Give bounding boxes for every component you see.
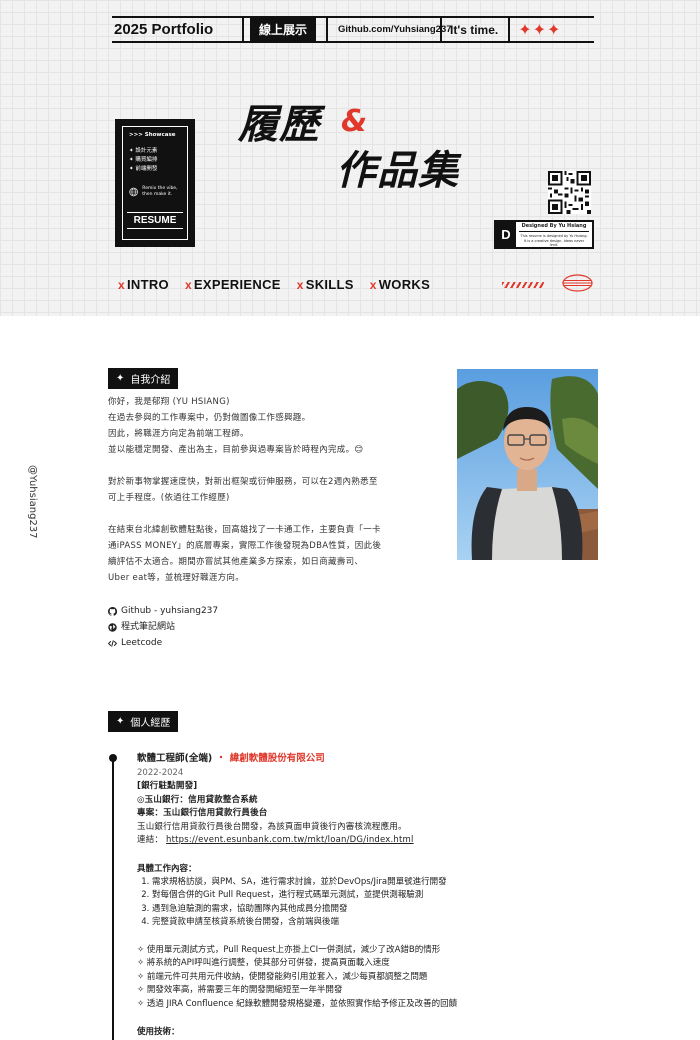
nav-works[interactable]: x WORKS	[370, 277, 430, 292]
about-line: 對於新事物掌握速度快，對新出框架或衍伸服務，可以在2週內熟悉至	[108, 477, 378, 487]
globe-icon	[108, 622, 117, 632]
link-label: Leetcode	[121, 638, 163, 648]
nav-label: EXPERIENCE	[193, 277, 281, 292]
resume-label: RESUME	[127, 212, 183, 229]
about-line: Uber eat等，並梳理好職涯方向。	[108, 573, 245, 583]
sparkle-icon: ✦	[116, 373, 125, 384]
designer-credit: D Designed By Yu Hsiang This resume is d…	[494, 220, 594, 249]
notes-site-link[interactable]: 程式筆記網站	[108, 619, 218, 635]
divider	[242, 18, 244, 41]
link-label: Github - yuhsiang237	[121, 606, 219, 616]
top-bar: 2025 Portfolio 線上展示 Github.com/Yuhsiang2…	[112, 16, 594, 43]
link-label: 程式筆記網站	[121, 622, 176, 632]
list-item: 遇到急迫驗測的需求，協助團隊內其他成員分擔開發	[152, 903, 557, 917]
separator-dot: ・	[216, 753, 226, 764]
duties-heading: 具體工作內容：	[137, 863, 197, 874]
hero-title-portfolio: 作品集	[336, 148, 459, 194]
timeline-line	[112, 757, 114, 1040]
x-mark: x	[296, 278, 304, 292]
timeline-dot	[109, 754, 117, 762]
designer-title: Designed By Yu Hsiang	[519, 223, 589, 232]
profile-photo	[457, 369, 598, 560]
about-line: 通iPASS MONEY」的底層專案，實際工作後發現為DBA性質，因此後	[108, 541, 382, 551]
card-header: >>> Showcase	[129, 132, 176, 138]
hero-title-resume: 履歷	[238, 102, 320, 148]
hero-ampersand: &	[341, 104, 368, 139]
side-handle[interactable]: @Yuhsiang237	[24, 465, 38, 543]
about-line: 在結束台北緯創軟體駐點後，回高雄找了一卡通工作，主要負責「一卡	[108, 525, 381, 535]
list-item: 對每個合併的Git Pull Request，進行程式碼單元測試，並提供測報驗測	[152, 889, 557, 903]
project-link-row: 連結： https://event.esunbank.com.tw/mkt/lo…	[137, 834, 557, 848]
project-category: [銀行駐點開發]	[137, 781, 198, 791]
card-item: 前端開發	[129, 165, 181, 174]
tech-heading: 使用技術：	[137, 1027, 180, 1037]
link-prefix: 連結：	[137, 835, 164, 845]
globe-icon	[129, 187, 138, 197]
github-profile-link[interactable]: Github - yuhsiang237	[108, 603, 218, 619]
about-line: 你好，我是郁翔 (YU HSIANG)	[108, 397, 230, 407]
portfolio-brand: 2025 Portfolio	[114, 21, 214, 38]
leetcode-link[interactable]: Leetcode	[108, 635, 218, 651]
tagline: It's time.	[450, 22, 499, 37]
section-nav: x INTRO x EXPERIENCE x SKILLS x WORKS	[118, 274, 593, 292]
about-line: 可上手程度。(依過往工作經歷)	[108, 493, 230, 503]
job-title: 軟體工程師(全端)	[137, 753, 213, 764]
stripe-decoration	[502, 282, 544, 288]
nav-label: WORKS	[378, 277, 431, 292]
job-years: 2022-2024	[137, 768, 184, 778]
about-text: 你好，我是郁翔 (YU HSIANG) 在過去參與的工作專案中，仍對做圖像工作感…	[108, 394, 438, 586]
experience-entry: 軟體工程師(全端) ・緯創軟體股份有限公司 2022-2024 [銀行駐點開發] …	[137, 750, 557, 1037]
designer-mark: D	[496, 222, 516, 247]
list-item: 需求規格訪談，與PM、SA，進行需求討論，並於DevOps/Jira開單號進行開…	[152, 876, 557, 890]
list-item: 前端元件可共用元件收納，使開發能夠引用並套入，減少每頁都調整之問題	[137, 971, 557, 985]
about-line: 因此，將職涯方向定為前端工程師。	[108, 429, 249, 439]
designer-note: This resume is designed by Yu Hsiang. It…	[520, 234, 588, 247]
star-decoration: ✦✦✦	[518, 19, 562, 39]
nav-intro[interactable]: x INTRO	[118, 277, 169, 292]
list-item: 完整貸款申請至核貸系統後台開發，含前端與後端	[152, 916, 557, 930]
about-section-tag: ✦ 自我介紹	[108, 368, 179, 389]
project-url-link[interactable]: https://event.esunbank.com.tw/mkt/loan/D…	[166, 835, 414, 845]
resume-card[interactable]: >>> Showcase 設計元素 購買編排 前端開發 Remix the vi…	[115, 119, 195, 247]
card-list: 設計元素 購買編排 前端開發	[129, 147, 181, 174]
experience-section-tag: ✦ 個人經歷	[108, 711, 179, 732]
nav-label: SKILLS	[305, 277, 354, 292]
profile-links: Github - yuhsiang237 程式筆記網站 Leetcode	[108, 603, 218, 651]
duties-list: 需求規格訪談，與PM、SA，進行需求討論，並於DevOps/Jira開單號進行開…	[137, 876, 557, 930]
nav-experience[interactable]: x EXPERIENCE	[185, 277, 281, 292]
nav-label: INTRO	[126, 277, 169, 292]
x-mark: x	[369, 278, 377, 292]
list-item: 使用單元測試方式，Pull Request上亦掛上CI一併測試，減少了改A錯B的…	[137, 944, 557, 958]
company-name: 緯創軟體股份有限公司	[229, 753, 325, 764]
about-line: 並以能穩定開發、產出為主，目前參與過專案皆於時程內完成。😊	[108, 445, 364, 455]
achievements-list: 使用單元測試方式，Pull Request上亦掛上CI一併測試，減少了改A錯B的…	[137, 944, 557, 1012]
hero-banner: 2025 Portfolio 線上展示 Github.com/Yuhsiang2…	[0, 0, 700, 316]
project-label: 專案：玉山銀行信用貸款行員後台	[137, 808, 268, 818]
github-url: Github.com/Yuhsiang237	[338, 24, 452, 35]
qr-code-icon	[548, 171, 591, 214]
card-item: 購買編排	[129, 156, 181, 165]
project-description: 玉山銀行信用貸款行員後台開發，為該頁面申貸後行內審核流程應用。	[137, 821, 407, 832]
card-motto: Remix the vibe, then make it.	[142, 186, 178, 197]
project-name: ◎玉山銀行：信用貸款整合系統	[137, 794, 258, 805]
sparkle-icon: ✦	[116, 716, 125, 727]
list-item: 透過 JIRA Confluence 紀錄軟體開發規格變遷，並依照實作給予修正及…	[137, 998, 557, 1012]
list-item: 將系統的API呼叫進行調整，使其部分可併發，提高頁面載入速度	[137, 957, 557, 971]
card-item: 設計元素	[129, 147, 181, 156]
code-icon	[108, 639, 117, 647]
project-detail: 專案：玉山銀行信用貸款行員後台	[137, 807, 557, 821]
live-demo-badge[interactable]: 線上展示	[250, 18, 317, 41]
nav-skills[interactable]: x SKILLS	[297, 277, 354, 292]
github-link[interactable]: Github.com/Yuhsiang237	[328, 24, 452, 35]
about-line: 續評估不太適合。期間亦嘗試其他產業多方探索，如日商藏壽司、	[108, 557, 364, 567]
list-item: 開發效率高，將需要三年的開發開縮短至一年半開發	[137, 984, 557, 998]
about-line: 在過去參與的工作專案中，仍對做圖像工作感興趣。	[108, 413, 311, 423]
oval-decoration-icon	[562, 274, 593, 292]
about-heading: 自我介紹	[130, 375, 171, 386]
x-mark: x	[184, 278, 192, 292]
github-icon	[108, 606, 117, 616]
experience-heading: 個人經歷	[130, 718, 171, 729]
x-mark: x	[118, 278, 125, 292]
